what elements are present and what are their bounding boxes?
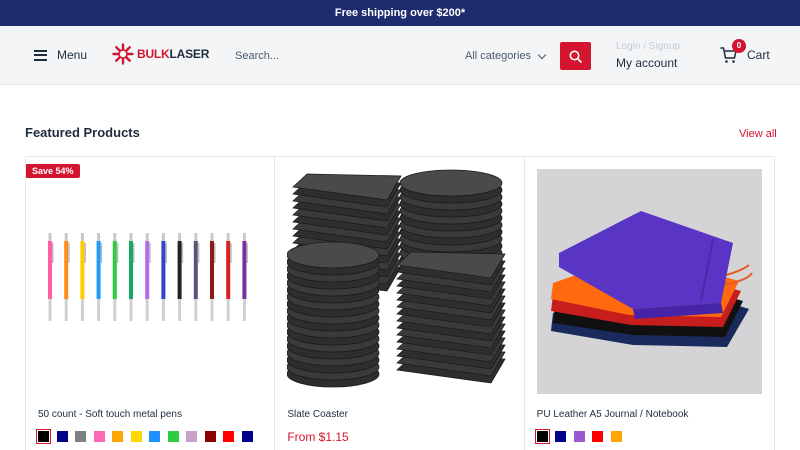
view-all-link[interactable]: View all	[739, 128, 777, 140]
color-swatch[interactable]	[610, 431, 622, 442]
product-image-slate-coaster	[287, 169, 513, 394]
logo-text: BULKLASER	[137, 47, 210, 61]
color-swatch[interactable]	[130, 431, 142, 442]
pens-image	[38, 222, 263, 341]
color-swatch[interactable]	[75, 431, 86, 442]
featured-products-title: Featured Products	[25, 125, 140, 140]
product-card[interactable]: Save 54% 50 count - Soft touch metal pen…	[26, 157, 276, 450]
color-swatch[interactable]	[186, 431, 197, 442]
color-swatch[interactable]	[555, 431, 567, 442]
search-icon	[569, 50, 582, 63]
cart-label: Cart	[747, 48, 770, 62]
sale-badge: Save 54%	[26, 164, 80, 178]
product-price: From $1.15	[287, 430, 349, 444]
color-swatch[interactable]	[223, 431, 234, 442]
color-swatch[interactable]	[592, 431, 604, 442]
product-image-journal	[536, 169, 762, 394]
search-button[interactable]	[560, 42, 591, 70]
cart-count-badge: 0	[732, 39, 746, 53]
color-swatch[interactable]	[241, 431, 253, 442]
announcement-bar: Free shipping over $200*	[0, 0, 800, 26]
site-header: Menu BULKLASER All categories Logi	[0, 26, 800, 85]
account-link[interactable]: Login / Signup My account	[616, 41, 680, 70]
category-select[interactable]: All categories	[454, 42, 556, 70]
color-swatch[interactable]	[573, 431, 585, 442]
product-title[interactable]: 50 count - Soft touch metal pens	[38, 409, 182, 420]
product-title[interactable]: Slate Coaster	[287, 409, 348, 420]
color-swatch[interactable]	[35, 428, 52, 445]
cart-button[interactable]: 0 Cart	[720, 39, 770, 64]
product-card[interactable]: PU Leather A5 Journal / Notebook	[525, 157, 774, 450]
logo[interactable]: BULKLASER	[112, 43, 209, 65]
color-swatch[interactable]	[204, 431, 216, 442]
hamburger-icon	[34, 49, 47, 61]
login-signup-link[interactable]: Login / Signup	[616, 41, 680, 53]
search-bar: All categories	[224, 42, 592, 70]
coasters-image	[287, 169, 513, 394]
product-image-pens	[38, 169, 263, 394]
color-swatch[interactable]	[93, 431, 105, 442]
color-swatch[interactable]	[534, 428, 551, 445]
color-swatches	[35, 428, 253, 445]
logo-burst-icon	[112, 43, 134, 65]
my-account-label: My account	[616, 56, 678, 70]
color-swatch[interactable]	[149, 431, 160, 442]
journals-image	[536, 169, 762, 394]
category-select-value: All categories	[465, 50, 532, 62]
product-card[interactable]: Slate Coaster From $1.15	[275, 157, 525, 450]
color-swatch[interactable]	[112, 431, 123, 442]
color-swatches	[534, 428, 622, 445]
search-input[interactable]	[224, 42, 448, 70]
menu-label: Menu	[57, 48, 88, 62]
product-title[interactable]: PU Leather A5 Journal / Notebook	[537, 409, 689, 420]
color-swatch[interactable]	[167, 431, 179, 442]
chevron-down-icon	[537, 50, 547, 59]
color-swatch[interactable]	[56, 431, 68, 442]
product-grid: Save 54% 50 count - Soft touch metal pen…	[25, 156, 775, 450]
menu-button[interactable]: Menu	[34, 48, 87, 62]
